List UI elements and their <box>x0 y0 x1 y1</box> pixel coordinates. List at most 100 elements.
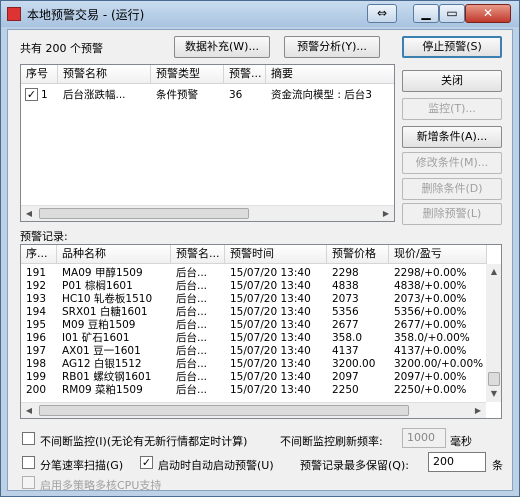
record-no: 193 <box>26 293 47 305</box>
alert-row-checkbox[interactable]: ✓ <box>25 88 38 101</box>
max-records-label: 预警记录最多保留(Q): <box>300 459 409 472</box>
records-row[interactable]: 195 M09 豆粕1509 后台... 15/07/20 13:40 2677 2677… <box>21 319 486 332</box>
record-time: 15/07/20 13:40 <box>230 267 311 279</box>
records-row[interactable]: 193 HC10 轧卷板1510 后台... 15/07/20 13:40 2073 20… <box>21 293 486 306</box>
auto-start-checkbox[interactable]: ✓ <box>140 456 153 469</box>
record-alert: 后台... <box>176 384 208 396</box>
record-no: 200 <box>26 384 47 396</box>
alert-analysis-button[interactable]: 预警分析(Y)... <box>284 36 380 58</box>
record-price: 4137 <box>332 345 359 357</box>
maximize-icon: ▭ <box>446 6 458 20</box>
records-vscrollbar[interactable]: ▲ ▼ <box>486 264 501 402</box>
record-name: HC10 轧卷板1510 <box>62 293 153 305</box>
record-current: 2677/+0.00% <box>394 319 467 331</box>
records-row[interactable]: 198 AG12 白银1512 后台... 15/07/20 13:40 3200.00… <box>21 358 486 371</box>
records-col-no[interactable]: 序... <box>21 245 57 264</box>
records-col-name[interactable]: 品种名称 <box>57 245 171 264</box>
record-name: P01 棕榈1601 <box>62 280 133 292</box>
continuous-monitor-checkbox[interactable] <box>22 432 35 445</box>
records-hscrollbar[interactable]: ◀ ▶ <box>21 402 486 418</box>
records-row[interactable]: 200 RM09 菜粕1509 后台... 15/07/20 13:40 2250 225… <box>21 384 486 397</box>
alert-col-index[interactable]: 序号 <box>21 65 58 84</box>
swap-icon: ⇔ <box>376 6 388 20</box>
close-icon: ✕ <box>482 6 494 20</box>
record-name: M09 豆粕1509 <box>62 319 136 331</box>
monitor-button[interactable]: 监控(T)... <box>402 98 502 120</box>
title-bar[interactable]: 本地预警交易 - (运行) ⇔ ▁ ▭ ✕ <box>1 1 519 27</box>
records-col-current[interactable]: 现价/盈亏 <box>389 245 487 264</box>
record-name: AG12 白银1512 <box>62 358 142 370</box>
alert-row-type: 条件预警 <box>156 89 198 101</box>
alert-col-count[interactable]: 预警... <box>224 65 266 84</box>
records-hscroll-thumb[interactable] <box>39 405 409 416</box>
swap-button[interactable]: ⇔ <box>367 4 397 23</box>
record-time: 15/07/20 13:40 <box>230 280 311 292</box>
alert-list[interactable]: 序号 预警名称 预警类型 预警... 摘要 ✓ 1 后台涨跌幅... 条件预警 … <box>20 64 395 222</box>
delete-condition-button[interactable]: 删除条件(D) <box>402 178 502 200</box>
record-time: 15/07/20 13:40 <box>230 345 311 357</box>
arrow-left-icon[interactable]: ◀ <box>21 403 37 418</box>
alert-list-hscroll-thumb[interactable] <box>39 208 249 219</box>
record-name: AX01 豆一1601 <box>62 345 141 357</box>
record-time: 15/07/20 13:40 <box>230 319 311 331</box>
edit-condition-button[interactable]: 修改条件(M)... <box>402 152 502 174</box>
record-alert: 后台... <box>176 293 208 305</box>
max-records-unit: 条 <box>492 459 503 472</box>
tick-scan-checkbox[interactable] <box>22 456 35 469</box>
record-time: 15/07/20 13:40 <box>230 371 311 383</box>
arrow-down-icon[interactable]: ▼ <box>486 386 501 402</box>
delete-alert-button[interactable]: 删除预警(L) <box>402 203 502 225</box>
records-vscroll-thumb[interactable] <box>488 372 500 386</box>
record-no: 196 <box>26 332 47 344</box>
max-records-input[interactable]: 200 <box>428 452 486 472</box>
record-current: 2073/+0.00% <box>394 293 467 305</box>
app-icon <box>7 7 21 21</box>
record-current: 2298/+0.00% <box>394 267 467 279</box>
alert-list-hscrollbar[interactable]: ◀ ▶ <box>21 205 394 221</box>
stop-alert-button[interactable]: 停止预警(S) <box>402 36 502 58</box>
client-area: 共有 200 个预警 数据补充(W)... 预警分析(Y)... 停止预警(S)… <box>7 29 513 492</box>
arrow-right-icon[interactable]: ▶ <box>470 403 486 418</box>
data-fill-button[interactable]: 数据补充(W)... <box>174 36 270 58</box>
alert-row[interactable]: ✓ 1 后台涨跌幅... 条件预警 36 资金流向模型 : 后台3 <box>21 87 380 103</box>
records-row[interactable]: 194 SRX01 白糖1601 后台... 15/07/20 13:40 5356 53… <box>21 306 486 319</box>
check-icon: ✓ <box>141 456 152 469</box>
arrow-right-icon[interactable]: ▶ <box>378 206 394 221</box>
minimize-button[interactable]: ▁ <box>413 4 439 23</box>
record-alert: 后台... <box>176 371 208 383</box>
arrow-up-icon[interactable]: ▲ <box>486 264 501 280</box>
close-window-button[interactable]: ✕ <box>465 4 511 23</box>
records-row[interactable]: 196 I01 矿石1601 后台... 15/07/20 13:40 358.0 358… <box>21 332 486 345</box>
records-row[interactable]: 197 AX01 豆一1601 后台... 15/07/20 13:40 4137 413… <box>21 345 486 358</box>
records-row[interactable]: 191 MA09 甲醇1509 后台... 15/07/20 13:40 2298 229… <box>21 267 486 280</box>
check-icon: ✓ <box>26 88 37 101</box>
record-alert: 后台... <box>176 345 208 357</box>
alert-row-index: 1 <box>41 89 48 101</box>
multicore-label: 启用多策略多核CPU支持 <box>40 479 162 492</box>
window-title: 本地预警交易 - (运行) <box>27 8 145 22</box>
record-time: 15/07/20 13:40 <box>230 358 311 370</box>
alert-col-name[interactable]: 预警名称 <box>58 65 151 84</box>
records-row[interactable]: 199 RB01 螺纹钢1601 后台... 15/07/20 13:40 2097 20… <box>21 371 486 384</box>
record-current: 4838/+0.00% <box>394 280 467 292</box>
records-row[interactable]: 192 P01 棕榈1601 后台... 15/07/20 13:40 4838 4838… <box>21 280 486 293</box>
refresh-rate-input[interactable]: 1000 <box>402 428 446 448</box>
alert-col-type[interactable]: 预警类型 <box>151 65 224 84</box>
record-price: 2097 <box>332 371 359 383</box>
records-col-price[interactable]: 预警价格 <box>327 245 389 264</box>
records-col-alert[interactable]: 预警名... <box>171 245 225 264</box>
record-time: 15/07/20 13:40 <box>230 293 311 305</box>
records-list[interactable]: 序... 品种名称 预警名... 预警时间 预警价格 现价/盈亏 191 MA09… <box>20 244 502 419</box>
alert-row-count: 36 <box>229 89 243 101</box>
arrow-left-icon[interactable]: ◀ <box>21 206 37 221</box>
record-no: 192 <box>26 280 47 292</box>
record-no: 198 <box>26 358 47 370</box>
close-button[interactable]: 关闭 <box>402 70 502 92</box>
records-col-time[interactable]: 预警时间 <box>225 245 327 264</box>
add-condition-button[interactable]: 新增条件(A)... <box>402 126 502 148</box>
alert-col-summary[interactable]: 摘要 <box>266 65 394 84</box>
refresh-rate-unit: 毫秒 <box>450 435 472 448</box>
multicore-checkbox[interactable] <box>22 476 35 489</box>
record-name: RB01 螺纹钢1601 <box>62 371 152 383</box>
maximize-button[interactable]: ▭ <box>439 4 465 23</box>
